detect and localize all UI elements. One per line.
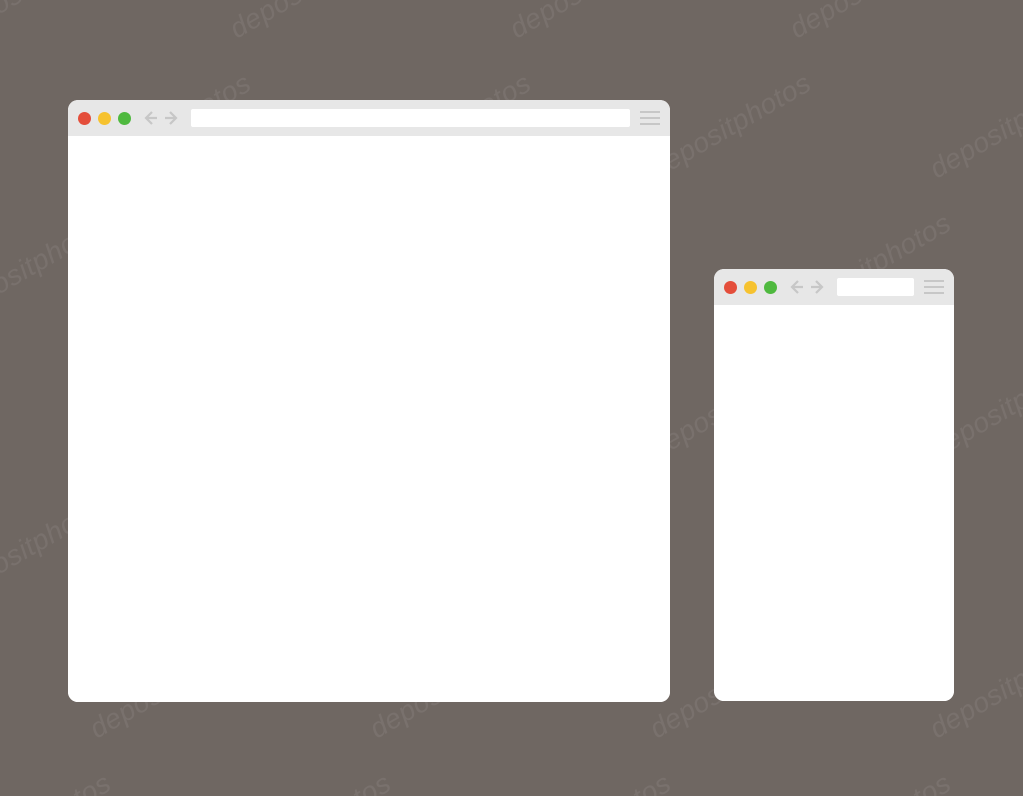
close-icon[interactable] — [78, 112, 91, 125]
nav-arrows — [141, 109, 181, 127]
forward-button[interactable] — [163, 109, 181, 127]
content-area-small — [714, 305, 954, 701]
hamburger-icon — [924, 280, 944, 282]
hamburger-icon — [924, 292, 944, 294]
maximize-icon[interactable] — [764, 281, 777, 294]
watermark-text: depositphotos — [0, 0, 117, 45]
browser-window-large — [68, 100, 670, 702]
watermark-text: depositphotos — [644, 67, 817, 185]
nav-arrows — [787, 278, 827, 296]
back-button[interactable] — [141, 109, 159, 127]
traffic-lights — [78, 112, 131, 125]
arrow-left-icon — [142, 110, 158, 126]
menu-button[interactable] — [640, 111, 660, 125]
hamburger-icon — [924, 286, 944, 288]
arrow-right-icon — [164, 110, 180, 126]
close-icon[interactable] — [724, 281, 737, 294]
hamburger-icon — [640, 123, 660, 125]
back-button[interactable] — [787, 278, 805, 296]
minimize-icon[interactable] — [98, 112, 111, 125]
maximize-icon[interactable] — [118, 112, 131, 125]
watermark-text: depositphotos — [924, 67, 1023, 185]
watermark-text: depositphotos — [784, 767, 957, 796]
address-bar[interactable] — [837, 278, 914, 296]
hamburger-icon — [640, 117, 660, 119]
content-area-large — [68, 136, 670, 702]
address-bar[interactable] — [191, 109, 630, 127]
menu-button[interactable] — [924, 280, 944, 294]
watermark-text: depositphotos — [784, 0, 957, 45]
forward-button[interactable] — [809, 278, 827, 296]
watermark-text: depositphotos — [224, 767, 397, 796]
browser-window-small — [714, 269, 954, 701]
arrow-right-icon — [810, 279, 826, 295]
arrow-left-icon — [788, 279, 804, 295]
hamburger-icon — [640, 111, 660, 113]
watermark-text: depositphotos — [504, 767, 677, 796]
watermark-text: depositphotos — [504, 0, 677, 45]
toolbar-small — [714, 269, 954, 305]
watermark-text: depositphotos — [0, 767, 117, 796]
toolbar-large — [68, 100, 670, 136]
traffic-lights — [724, 281, 777, 294]
watermark-text: depositphotos — [224, 0, 397, 45]
minimize-icon[interactable] — [744, 281, 757, 294]
